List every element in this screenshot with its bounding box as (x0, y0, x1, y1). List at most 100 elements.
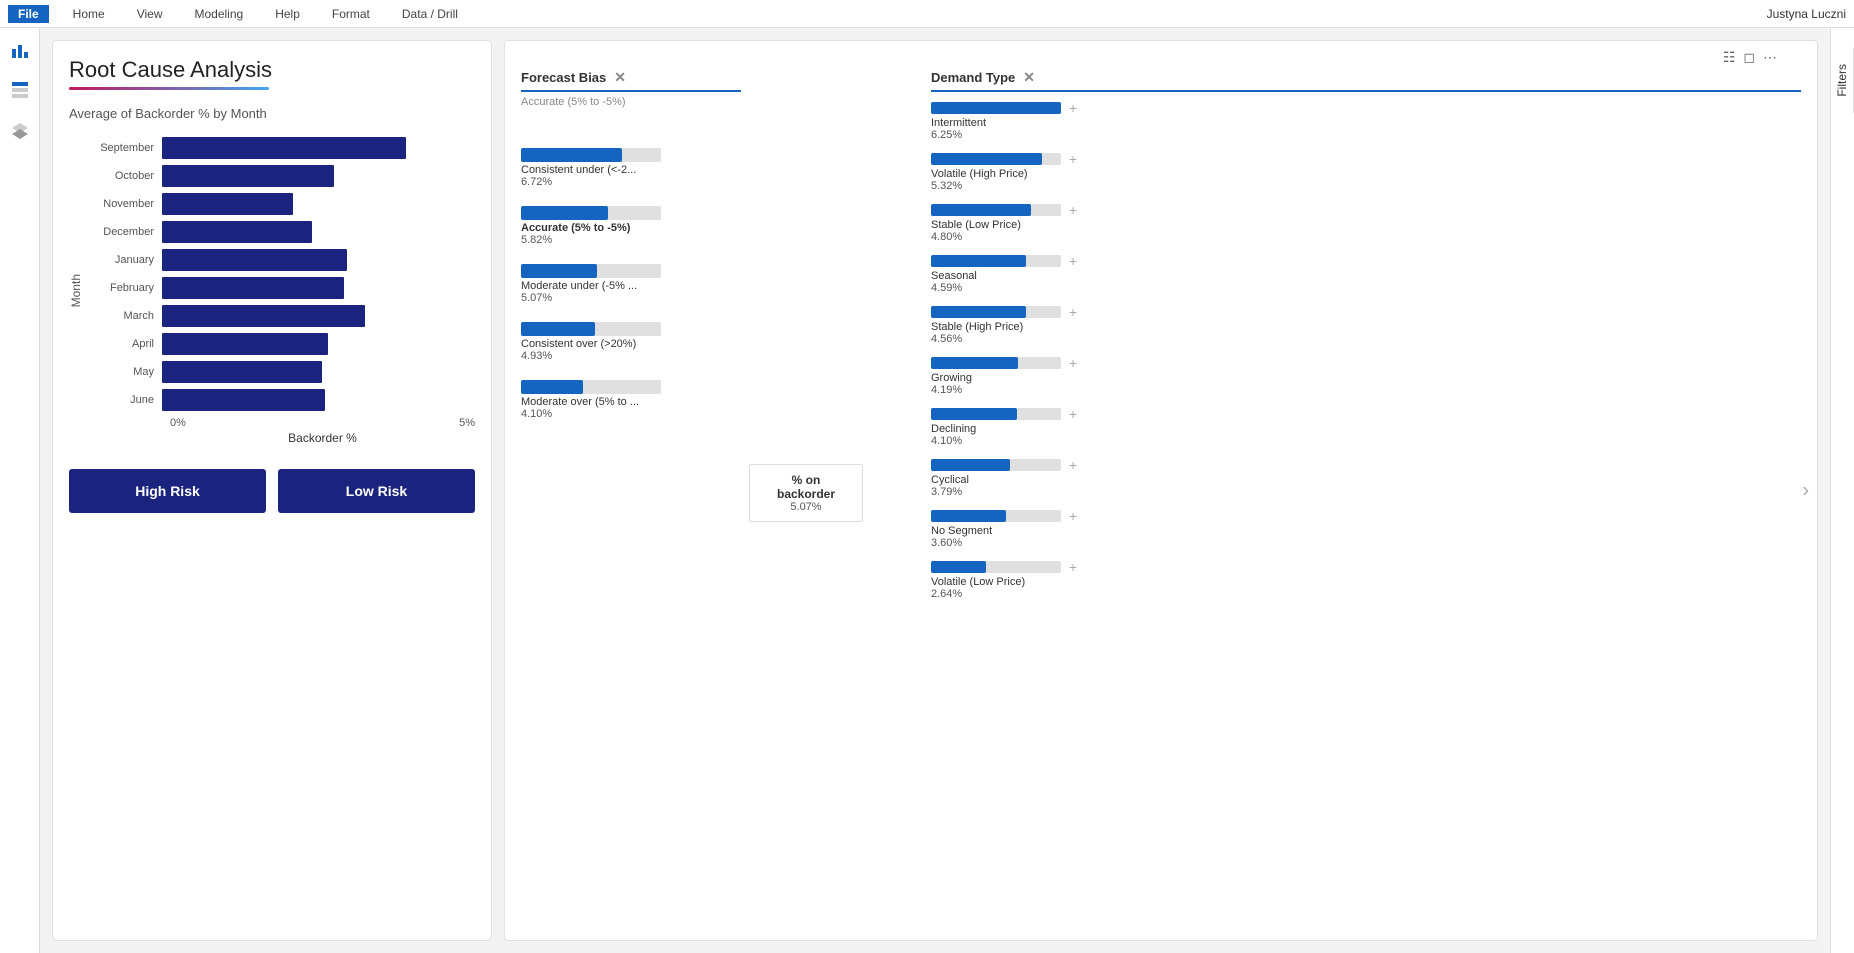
right-sidebar: Filters (1830, 28, 1854, 953)
demand-plus-icon[interactable]: + (1069, 406, 1077, 422)
rca-title: Root Cause Analysis (69, 57, 475, 83)
expand-icon[interactable]: ◻ (1743, 49, 1755, 66)
demand-type-item[interactable]: +Stable (Low Price)4.80% (931, 202, 1801, 243)
chart-row: June (87, 389, 475, 411)
demand-type-item[interactable]: +Seasonal4.59% (931, 253, 1801, 294)
demand-plus-icon[interactable]: + (1069, 253, 1077, 269)
chart-bar-wrap (162, 249, 475, 271)
demand-plus-icon[interactable]: + (1069, 508, 1077, 524)
chart-month-label: September (87, 142, 162, 154)
demand-plus-icon[interactable]: + (1069, 202, 1077, 218)
filter-icon[interactable]: ☷ (1723, 49, 1736, 66)
forecast-bias-node[interactable]: Accurate (5% to -5%)5.82% (521, 206, 741, 246)
demand-label: Seasonal (931, 270, 1801, 282)
demand-plus-icon[interactable]: + (1069, 100, 1077, 116)
format-menu[interactable]: Format (324, 5, 378, 23)
demand-plus-icon[interactable]: + (1069, 304, 1077, 320)
forecast-bias-node-label: Moderate under (-5% ... (521, 280, 741, 292)
demand-type-item[interactable]: +Cyclical3.79% (931, 457, 1801, 498)
decomp-panel: ☷ ◻ ⋯ Forecast Bias ✕ Accurate (5% to -5… (504, 40, 1818, 941)
chart-bar-wrap (162, 333, 475, 355)
demand-plus-icon[interactable]: + (1069, 457, 1077, 473)
forecast-bias-node[interactable]: Consistent over (>20%)4.93% (521, 322, 741, 362)
collapse-icon[interactable]: › (1802, 479, 1809, 501)
demand-bar-bg (931, 204, 1061, 216)
demand-value: 4.56% (931, 333, 1801, 345)
more-icon[interactable]: ⋯ (1763, 49, 1777, 66)
demand-value: 4.19% (931, 384, 1801, 396)
demand-type-item[interactable]: +Growing4.19% (931, 355, 1801, 396)
demand-type-item[interactable]: +Volatile (Low Price)2.64% (931, 559, 1801, 600)
forecast-bias-header: Forecast Bias ✕ (521, 69, 741, 92)
chart-bar-wrap (162, 193, 475, 215)
table-icon[interactable] (6, 76, 34, 104)
forecast-bias-bar-fill (521, 322, 595, 336)
y-axis-label: Month (69, 274, 83, 307)
demand-bar-row: + (931, 253, 1801, 269)
chart-month-label: April (87, 338, 162, 350)
demand-type-item[interactable]: +Stable (High Price)4.56% (931, 304, 1801, 345)
demand-bar-bg (931, 561, 1061, 573)
view-menu[interactable]: View (129, 5, 171, 23)
chart-row: October (87, 165, 475, 187)
data-drill-menu[interactable]: Data / Drill (394, 5, 466, 23)
forecast-bias-close[interactable]: ✕ (614, 69, 626, 86)
chart-bar-wrap (162, 137, 475, 159)
demand-type-item[interactable]: +Volatile (High Price)5.32% (931, 151, 1801, 192)
home-menu[interactable]: Home (65, 5, 113, 23)
chart-bar-wrap (162, 305, 475, 327)
rca-underline (69, 87, 269, 90)
chart-month-label: March (87, 310, 162, 322)
connector-area (871, 61, 931, 924)
demand-label: Intermittent (931, 117, 1801, 129)
layers-icon[interactable] (6, 116, 34, 144)
demand-type-item[interactable]: +No Segment3.60% (931, 508, 1801, 549)
demand-bar-fill (931, 306, 1026, 318)
chart-month-label: January (87, 254, 162, 266)
forecast-bias-node[interactable]: Consistent under (<-2...6.72% (521, 148, 741, 188)
demand-plus-icon[interactable]: + (1069, 355, 1077, 371)
high-risk-button[interactable]: High Risk (69, 469, 266, 513)
low-risk-button[interactable]: Low Risk (278, 469, 475, 513)
forecast-bias-node[interactable]: Moderate over (5% to ...4.10% (521, 380, 741, 420)
bar-chart-icon[interactable] (6, 36, 34, 64)
chart-bar (162, 165, 334, 187)
demand-bar-bg (931, 153, 1061, 165)
chart-bar (162, 361, 322, 383)
chart-bar-wrap (162, 361, 475, 383)
demand-value: 4.59% (931, 282, 1801, 294)
demand-type-item[interactable]: +Declining4.10% (931, 406, 1801, 447)
chart-bar (162, 221, 312, 243)
chart-bar-wrap (162, 221, 475, 243)
rca-panel: Root Cause Analysis Average of Backorder… (52, 40, 492, 941)
forecast-bias-bar-bg (521, 322, 661, 336)
demand-type-close[interactable]: ✕ (1023, 69, 1035, 86)
demand-plus-icon[interactable]: + (1069, 151, 1077, 167)
forecast-bias-bar-bg (521, 264, 661, 278)
demand-plus-icon[interactable]: + (1069, 559, 1077, 575)
forecast-bias-node[interactable]: Moderate under (-5% ...5.07% (521, 264, 741, 304)
modeling-menu[interactable]: Modeling (186, 5, 251, 23)
demand-bar-bg (931, 255, 1061, 267)
chart-bar-wrap (162, 389, 475, 411)
x-axis: 0% 5% (170, 417, 475, 429)
nav-collapse[interactable]: › (1802, 479, 1809, 502)
demand-label: Stable (High Price) (931, 321, 1801, 333)
demand-bar-fill (931, 204, 1031, 216)
chart-row: March (87, 305, 475, 327)
forecast-bias-nodes: Consistent under (<-2...6.72% Accurate (5… (521, 148, 741, 420)
demand-bar-row: + (931, 100, 1801, 116)
demand-value: 5.32% (931, 180, 1801, 192)
demand-value: 6.25% (931, 129, 1801, 141)
forecast-bias-node-value: 5.07% (521, 292, 741, 304)
chart-month-label: October (87, 170, 162, 182)
demand-type-item[interactable]: +Intermittent6.25% (931, 100, 1801, 141)
file-menu[interactable]: File (8, 5, 49, 23)
filters-tab[interactable]: Filters (1831, 48, 1854, 113)
demand-bar-bg (931, 459, 1061, 471)
x-axis-label: Backorder % (170, 431, 475, 445)
root-node-value: 5.07% (762, 501, 850, 513)
help-menu[interactable]: Help (267, 5, 308, 23)
forecast-bias-node-value: 4.10% (521, 408, 741, 420)
forecast-bias-node-value: 6.72% (521, 176, 741, 188)
